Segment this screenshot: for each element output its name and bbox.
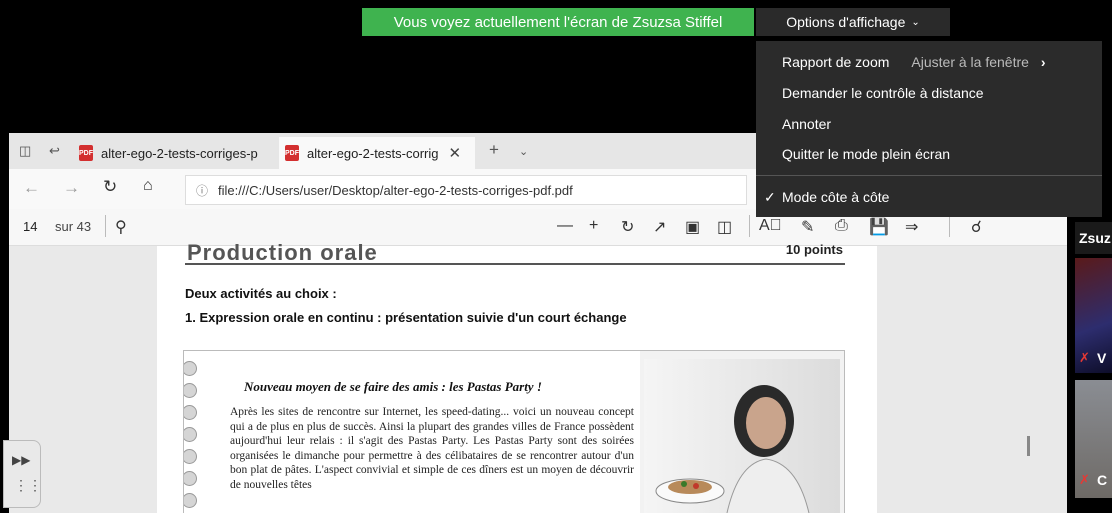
- tab-label: alter-ego-2-tests-corrig: [307, 145, 439, 161]
- share-banner-text: Vous voyez actuellement l'écran de Zsuzs…: [393, 13, 723, 31]
- article-panel: Nouveau moyen de se faire des amis : les…: [184, 351, 640, 513]
- fit-to-page-icon[interactable]: ▣: [685, 217, 700, 237]
- info-icon: ⓘ: [196, 183, 209, 198]
- toolbar-divider: [749, 215, 750, 237]
- choice-heading: Deux activités au choix :: [185, 286, 337, 301]
- menu-item-label: Rapport de zoom: [782, 54, 890, 70]
- menu-item-value: Ajuster à la fenêtre: [911, 54, 1029, 70]
- close-tab-icon[interactable]: ✕: [449, 144, 462, 162]
- menu-item-exit-fullscreen[interactable]: Quitter le mode plein écran: [756, 139, 1102, 169]
- zoom-in-icon[interactable]: +: [589, 217, 598, 235]
- participant-name: Zsuz: [1079, 230, 1111, 246]
- muted-mic-icon: ✗: [1079, 350, 1090, 365]
- view-options-button[interactable]: Options d'affichage ⌄: [756, 8, 950, 36]
- screen-share-banner: Vous voyez actuellement l'écran de Zsuzs…: [362, 8, 754, 36]
- notebook-ring: [184, 427, 197, 442]
- document-viewer[interactable]: Production orale 10 points Deux activité…: [9, 240, 1067, 513]
- task-heading: 1. Expression orale en continu : présent…: [185, 310, 627, 325]
- points-label: 10 points: [785, 242, 843, 257]
- zoom-out-icon[interactable]: —: [557, 217, 573, 235]
- menu-item-annotate[interactable]: Annoter: [756, 109, 1102, 139]
- fit-to-width-icon[interactable]: ↗: [653, 217, 666, 237]
- woman-with-pasta-photo: [644, 359, 840, 513]
- notebook-ring: [184, 383, 197, 398]
- menu-item-request-remote-control[interactable]: Demander le contrôle à distance: [756, 78, 1102, 108]
- search-icon[interactable]: ⚲: [115, 217, 127, 237]
- notebook-ring: [184, 405, 197, 420]
- article-body: Après les sites de rencontre sur Interne…: [230, 406, 634, 491]
- notebook-ring: [184, 361, 197, 376]
- article-card: Nouveau moyen de se faire des amis : les…: [183, 350, 845, 513]
- expand-icon[interactable]: ▶▶: [12, 453, 30, 467]
- participant-video[interactable]: ✗ C: [1075, 380, 1112, 498]
- participant-thumbnail[interactable]: Zsuz: [1075, 222, 1112, 254]
- checkmark-icon: ✓: [764, 188, 776, 205]
- title-rule: [185, 263, 845, 265]
- print-icon[interactable]: ⎙: [835, 217, 848, 235]
- view-options-menu: Rapport de zoom Ajuster à la fenêtre › D…: [756, 41, 1102, 217]
- new-tab-icon[interactable]: +: [489, 140, 499, 160]
- menu-item-label: Mode côte à côte: [782, 189, 890, 205]
- menu-divider: [756, 175, 1102, 176]
- participant-video[interactable]: ✗ V: [1075, 258, 1112, 373]
- menu-item-label: Quitter le mode plein écran: [782, 146, 951, 162]
- page-number-input[interactable]: 14: [23, 219, 37, 234]
- save-icon[interactable]: 💾: [869, 217, 889, 237]
- pdf-page: Production orale 10 points Deux activité…: [157, 240, 877, 513]
- chevron-right-icon: ›: [1040, 54, 1046, 70]
- menu-item-label: Demander le contrôle à distance: [782, 85, 984, 101]
- read-aloud-icon[interactable]: A⃝: [759, 217, 782, 235]
- grip-icon: ⋮⋮: [14, 477, 42, 493]
- participant-initial: C: [1097, 472, 1108, 488]
- scrollbar-thumb[interactable]: [1027, 436, 1030, 456]
- address-text: file:///C:/Users/user/Desktop/alter-ego-…: [218, 182, 573, 198]
- participant-initial: V: [1097, 350, 1107, 366]
- pin-icon[interactable]: ☌: [971, 217, 982, 237]
- forward-icon[interactable]: →: [63, 178, 80, 198]
- pdf-icon: PDF: [79, 145, 93, 161]
- notebook-ring: [184, 493, 197, 508]
- tab-label: alter-ego-2-tests-corriges-p: [101, 145, 258, 161]
- floating-toolbar-handle[interactable]: ▶▶ ⋮⋮: [3, 440, 42, 508]
- article-title: Nouveau moyen de se faire des amis : les…: [244, 379, 542, 394]
- notebook-ring: [184, 471, 197, 486]
- tab-pdf-2[interactable]: PDF alter-ego-2-tests-corrig ✕: [279, 137, 475, 169]
- toolbar-divider: [949, 215, 950, 237]
- back-icon[interactable]: ←: [23, 178, 40, 198]
- draw-icon[interactable]: ✎: [801, 217, 814, 237]
- chevron-down-icon[interactable]: ⌄: [519, 145, 528, 158]
- rotate-icon[interactable]: ↻: [621, 217, 634, 237]
- page-total: sur 43: [55, 219, 92, 234]
- page-view-icon[interactable]: ◫: [717, 217, 732, 237]
- pdf-icon: PDF: [285, 145, 299, 161]
- home-icon[interactable]: ⌂: [143, 177, 153, 195]
- view-options-label: Options d'affichage: [786, 14, 906, 30]
- menu-item-side-by-side[interactable]: ✓ Mode côte à côte: [756, 182, 1102, 212]
- tab-actions-icon[interactable]: ◫: [19, 143, 31, 159]
- menu-item-label: Annoter: [782, 116, 832, 132]
- refresh-icon[interactable]: ↻: [103, 177, 117, 197]
- toolbar-divider: [105, 215, 106, 237]
- photo-illustration: [655, 385, 810, 513]
- menu-item-zoom-ratio[interactable]: Rapport de zoom Ajuster à la fenêtre ›: [756, 47, 1102, 77]
- address-field[interactable]: ⓘ file:///C:/Users/user/Desktop/alter-eg…: [185, 175, 747, 205]
- chevron-down-icon: ⌄: [911, 16, 920, 28]
- tab-pdf-1[interactable]: PDF alter-ego-2-tests-corriges-p: [73, 137, 277, 169]
- notebook-ring: [184, 449, 197, 464]
- save-as-icon[interactable]: ⇒: [905, 217, 918, 237]
- set-aside-tabs-icon[interactable]: ↩: [49, 143, 60, 159]
- muted-mic-icon: ✗: [1079, 472, 1090, 487]
